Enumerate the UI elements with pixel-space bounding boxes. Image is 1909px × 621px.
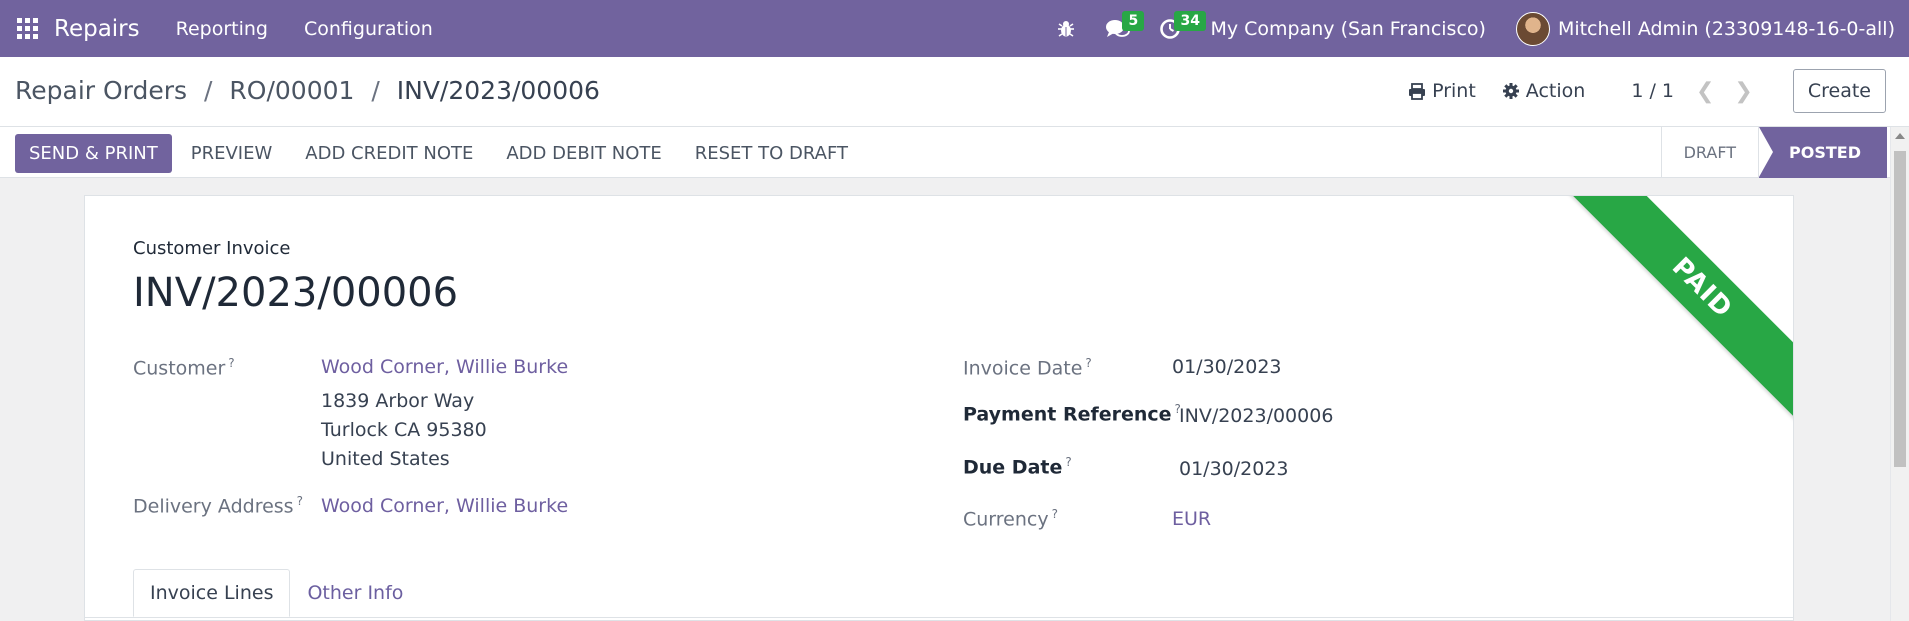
delivery-label-text: Delivery Address <box>133 495 294 518</box>
customer-label-text: Customer <box>133 357 226 380</box>
add-debit-note-button[interactable]: ADD DEBIT NOTE <box>492 134 675 173</box>
app-brand[interactable]: Repairs <box>54 16 140 42</box>
help-icon[interactable]: ? <box>1085 356 1091 370</box>
delivery-address-label: Delivery Address? <box>133 494 303 517</box>
invoice-date-label: Invoice Date? <box>963 356 1092 379</box>
currency-label-text: Currency <box>963 508 1049 531</box>
ribbon-label: PAID <box>1665 251 1739 325</box>
payment-ref-label-text: Payment Reference <box>963 403 1172 426</box>
user-avatar[interactable] <box>1515 11 1550 46</box>
vertical-scrollbar[interactable] <box>1890 127 1909 621</box>
stage-pipeline: DRAFT POSTED <box>1660 127 1887 178</box>
customer-label: Customer? <box>133 356 235 379</box>
invoice-date-label-text: Invoice Date <box>963 357 1083 380</box>
payment-reference-field[interactable]: INV/2023/00006 <box>1179 405 1333 427</box>
pager-next-icon[interactable]: ❯ <box>1734 79 1752 104</box>
debug-bug-icon[interactable] <box>1040 0 1092 57</box>
due-date-field[interactable]: 01/30/2023 <box>1179 458 1289 480</box>
address-line-2: Turlock CA 95380 <box>321 419 487 441</box>
tab-divider <box>85 617 1793 618</box>
customer-link[interactable]: Wood Corner, Willie Burke <box>321 356 568 378</box>
action-label: Action <box>1525 80 1586 102</box>
print-button[interactable]: Print <box>1408 80 1476 102</box>
pager-previous-icon[interactable]: ❮ <box>1696 79 1714 104</box>
breadcrumb-separator: / <box>371 76 380 105</box>
send-print-button[interactable]: SEND & PRINT <box>15 134 172 173</box>
pager-value[interactable]: 1 / 1 <box>1631 80 1674 102</box>
stage-posted[interactable]: POSTED <box>1758 127 1887 178</box>
document-type: Customer Invoice <box>133 238 291 259</box>
notebook-tabs: Invoice Lines Other Info <box>133 569 420 617</box>
help-icon[interactable]: ? <box>297 494 303 508</box>
payment-reference-label: Payment Reference? <box>963 402 1181 425</box>
menu-reporting[interactable]: Reporting <box>176 18 268 40</box>
invoice-date-field[interactable]: 01/30/2023 <box>1172 356 1282 378</box>
breadcrumb: Repair Orders / RO/00001 / INV/2023/0000… <box>15 76 600 105</box>
address-line-3: United States <box>321 448 450 470</box>
control-panel: Repair Orders / RO/00001 / INV/2023/0000… <box>0 57 1909 127</box>
due-date-label-text: Due Date <box>963 456 1063 479</box>
action-button[interactable]: Action <box>1502 80 1586 102</box>
tab-other-info[interactable]: Other Info <box>290 569 420 617</box>
preview-button[interactable]: PREVIEW <box>177 134 287 173</box>
paid-ribbon: PAID <box>1566 196 1793 424</box>
printer-icon <box>1409 82 1426 100</box>
currency-label: Currency? <box>963 507 1058 530</box>
due-date-label: Due Date? <box>963 455 1072 478</box>
menu-configuration[interactable]: Configuration <box>304 18 433 40</box>
company-switcher[interactable]: My Company (San Francisco) <box>1210 18 1485 40</box>
scroll-up-arrow-icon[interactable] <box>1895 133 1905 139</box>
delivery-address-link[interactable]: Wood Corner, Willie Burke <box>321 495 568 517</box>
user-menu[interactable]: Mitchell Admin (23309148-16-0-all) <box>1558 18 1895 40</box>
reset-to-draft-button[interactable]: RESET TO DRAFT <box>681 134 862 173</box>
breadcrumb-current: INV/2023/00006 <box>396 76 600 105</box>
invoice-number-title: INV/2023/00006 <box>133 270 459 316</box>
help-icon[interactable]: ? <box>1065 455 1071 469</box>
currency-link[interactable]: EUR <box>1172 508 1211 530</box>
help-icon[interactable]: ? <box>1052 507 1058 521</box>
status-bar: SEND & PRINT PREVIEW ADD CREDIT NOTE ADD… <box>0 127 1890 178</box>
breadcrumb-repair-orders[interactable]: Repair Orders <box>15 76 187 105</box>
address-line-1: 1839 Arbor Way <box>321 390 475 412</box>
gear-icon <box>1502 83 1519 99</box>
activities-clock-icon[interactable]: 34 <box>1144 0 1206 57</box>
activities-badge: 34 <box>1174 11 1206 31</box>
create-button[interactable]: Create <box>1792 69 1886 113</box>
top-navbar: Repairs Reporting Configuration 5 34 My … <box>0 0 1909 57</box>
print-label: Print <box>1432 80 1476 102</box>
add-credit-note-button[interactable]: ADD CREDIT NOTE <box>291 134 487 173</box>
messages-chat-icon[interactable]: 5 <box>1092 0 1145 57</box>
scroll-thumb[interactable] <box>1894 151 1906 467</box>
breadcrumb-repair-order[interactable]: RO/00001 <box>229 76 354 105</box>
tab-invoice-lines[interactable]: Invoice Lines <box>133 569 291 617</box>
breadcrumb-separator: / <box>204 76 213 105</box>
help-icon[interactable]: ? <box>228 356 234 370</box>
messages-badge: 5 <box>1122 11 1145 31</box>
stage-draft[interactable]: DRAFT <box>1660 127 1758 178</box>
apps-menu-icon[interactable] <box>0 0 54 57</box>
invoice-form-sheet: PAID Customer Invoice INV/2023/00006 Cus… <box>84 195 1794 621</box>
